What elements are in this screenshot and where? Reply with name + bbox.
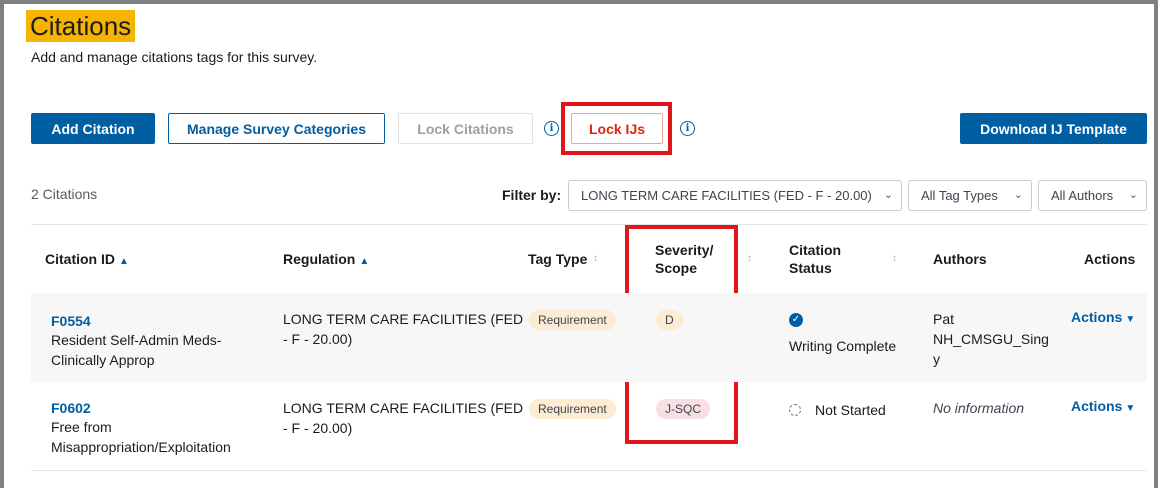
lock-ijs-highlight-box bbox=[561, 102, 672, 155]
column-header-actions: Actions bbox=[1084, 251, 1136, 267]
manage-survey-categories-button[interactable]: Manage Survey Categories bbox=[168, 113, 385, 144]
citation-count: 2 Citations bbox=[31, 186, 98, 202]
column-header-severity-scope[interactable]: Severity/ Scope bbox=[655, 241, 713, 277]
tag-type-filter-select[interactable]: All Tag Types ⌄ bbox=[908, 180, 1032, 211]
authors-filter-select[interactable]: All Authors ⌄ bbox=[1038, 180, 1147, 211]
divider bbox=[31, 224, 1147, 225]
check-circle-icon: ✓ bbox=[789, 313, 803, 327]
row-actions-menu[interactable]: Actions ▼︎ bbox=[1071, 398, 1135, 414]
lock-ijs-info-icon[interactable]: i bbox=[680, 121, 695, 136]
tag-type-filter-value: All Tag Types bbox=[921, 188, 998, 203]
page-subtitle: Add and manage citations tags for this s… bbox=[31, 49, 318, 65]
caret-down-icon: ▼︎ bbox=[1125, 403, 1136, 414]
row-actions-menu[interactable]: Actions ▼︎ bbox=[1071, 309, 1135, 325]
lock-citations-button[interactable]: Lock Citations bbox=[398, 113, 533, 144]
author-cell: Pat NH_CMSGU_Sing y bbox=[933, 311, 1049, 367]
severity-badge: J-SQC bbox=[656, 399, 710, 419]
regulation-cell: LONG TERM CARE FACILITIES (FED - F - 20.… bbox=[283, 311, 524, 347]
not-started-icon bbox=[789, 404, 801, 416]
column-header-regulation[interactable]: Regulation ▲︎ bbox=[283, 250, 369, 271]
download-ij-template-button[interactable]: Download IJ Template bbox=[960, 113, 1147, 144]
citation-id-link[interactable]: F0554 bbox=[51, 311, 91, 331]
regulation-cell: LONG TERM CARE FACILITIES (FED - F - 20.… bbox=[283, 400, 524, 436]
column-header-tag-type[interactable]: Tag Type bbox=[528, 250, 587, 268]
column-header-citation-id[interactable]: Citation ID ▲︎ bbox=[45, 250, 129, 271]
chevron-down-icon: ⌄ bbox=[1013, 189, 1023, 201]
tag-type-badge: Requirement bbox=[529, 399, 616, 419]
column-header-citation-status[interactable]: Citation Status bbox=[789, 241, 841, 277]
sort-icon[interactable]: ↕ bbox=[593, 253, 598, 264]
author-cell: No information bbox=[933, 400, 1025, 416]
chevron-down-icon: ⌄ bbox=[1128, 189, 1138, 201]
severity-badge: D bbox=[656, 310, 683, 330]
page-title: Citations bbox=[26, 10, 136, 42]
authors-filter-value: All Authors bbox=[1051, 188, 1114, 203]
lock-citations-info-icon[interactable]: i bbox=[544, 121, 559, 136]
status-text: Writing Complete bbox=[789, 338, 897, 354]
divider bbox=[31, 470, 1147, 471]
add-citation-button[interactable]: Add Citation bbox=[31, 113, 155, 144]
regulation-filter-select[interactable]: LONG TERM CARE FACILITIES (FED - F - 20.… bbox=[568, 180, 902, 211]
tag-type-badge: Requirement bbox=[529, 310, 616, 330]
filter-by-label: Filter by: bbox=[502, 187, 562, 203]
citation-description: Resident Self-Admin Meds- Clinically App… bbox=[51, 332, 222, 368]
sort-icon[interactable]: ↕ bbox=[892, 253, 897, 264]
citation-description: Free from Misappropriation/Exploitation bbox=[51, 419, 231, 455]
sort-icon: ▲︎ bbox=[359, 256, 370, 267]
chevron-down-icon: ⌄ bbox=[883, 189, 893, 201]
sort-icon: ▲︎ bbox=[119, 256, 129, 267]
status-text: Not Started bbox=[815, 402, 886, 418]
regulation-filter-value: LONG TERM CARE FACILITIES (FED - F - 20.… bbox=[581, 188, 872, 203]
caret-down-icon: ▼︎ bbox=[1125, 314, 1136, 325]
citation-id-link[interactable]: F0602 bbox=[51, 398, 91, 418]
column-header-authors: Authors bbox=[933, 251, 987, 267]
sort-icon[interactable]: ↕ bbox=[747, 253, 752, 264]
